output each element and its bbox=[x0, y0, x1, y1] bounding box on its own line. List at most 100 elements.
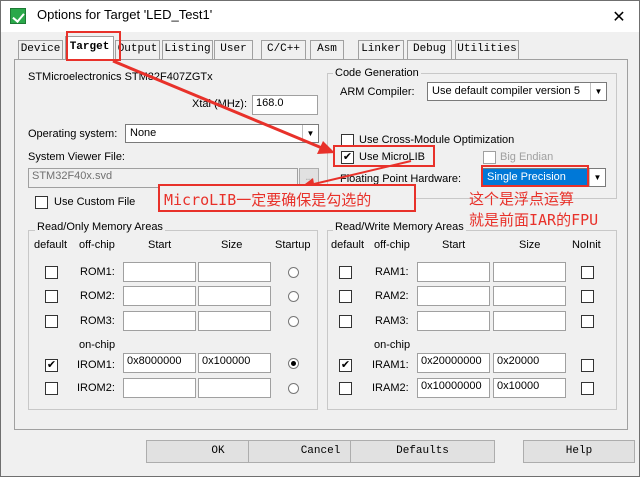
rw-memory-title: Read/Write Memory Areas bbox=[333, 221, 466, 233]
rw-start-header: Start bbox=[442, 239, 466, 251]
ro-startup-header: Startup bbox=[275, 239, 311, 251]
iram2-label: IRAM2: bbox=[372, 382, 409, 394]
ram3-size-input[interactable] bbox=[493, 311, 566, 331]
xtal-input[interactable]: 168.0 bbox=[252, 95, 318, 115]
ram2-label: RAM2: bbox=[375, 290, 409, 302]
irom1-start-input[interactable]: 0x8000000 bbox=[123, 353, 196, 373]
ram2-noinit-checkbox[interactable] bbox=[581, 290, 594, 303]
ram3-default-checkbox[interactable] bbox=[339, 315, 352, 328]
ram1-label: RAM1: bbox=[375, 266, 409, 278]
rom1-default-checkbox[interactable] bbox=[45, 266, 58, 279]
ro-onchip-label: on-chip bbox=[79, 339, 116, 351]
iram2-start-input[interactable]: 0x10000000 bbox=[417, 378, 490, 398]
microlib-note: MicroLIB一定要确保是勾选的 bbox=[164, 191, 372, 209]
tab-linker[interactable]: Linker bbox=[358, 40, 404, 59]
rom3-size-input[interactable] bbox=[198, 311, 271, 331]
ro-size-header: Size bbox=[221, 239, 243, 251]
target-tab-highlight bbox=[66, 31, 121, 61]
rw-default-header: default bbox=[331, 239, 365, 251]
custom-file-checkbox[interactable] bbox=[35, 196, 48, 209]
microlib-highlight bbox=[333, 145, 435, 167]
irom2-startup-radio[interactable] bbox=[288, 383, 299, 394]
iram1-size-input[interactable]: 0x20000 bbox=[493, 353, 566, 373]
iram1-noinit-checkbox[interactable] bbox=[581, 359, 594, 372]
ram2-start-input[interactable] bbox=[417, 286, 490, 306]
irom2-start-input[interactable] bbox=[123, 378, 196, 398]
fpu-note-line1: 这个是浮点运算 bbox=[469, 190, 575, 208]
iram2-noinit-checkbox[interactable] bbox=[581, 382, 594, 395]
tab-asm[interactable]: Asm bbox=[310, 40, 344, 59]
ro-memory-title: Read/Only Memory Areas bbox=[35, 221, 165, 233]
iram2-size-input[interactable]: 0x10000 bbox=[493, 378, 566, 398]
rom3-startup-radio[interactable] bbox=[288, 316, 299, 327]
irom1-startup-radio[interactable] bbox=[288, 358, 299, 369]
ram3-label: RAM3: bbox=[375, 315, 409, 327]
irom2-size-input[interactable] bbox=[198, 378, 271, 398]
rom1-start-input[interactable] bbox=[123, 262, 196, 282]
options-dialog: Options for Target 'LED_Test1' ✕ Device … bbox=[0, 0, 640, 477]
tab-output[interactable]: Output bbox=[115, 40, 160, 59]
ram1-noinit-checkbox[interactable] bbox=[581, 266, 594, 279]
fpu-highlight bbox=[481, 165, 589, 187]
defaults-button[interactable]: Defaults bbox=[350, 440, 495, 463]
iram1-start-input[interactable]: 0x20000000 bbox=[417, 353, 490, 373]
code-generation-title: Code Generation bbox=[333, 67, 421, 79]
rw-noinit-header: NoInit bbox=[572, 239, 601, 251]
microlib-note-box: MicroLIB一定要确保是勾选的 bbox=[158, 184, 416, 212]
rom2-label: ROM2: bbox=[80, 290, 115, 302]
help-button[interactable]: Help bbox=[523, 440, 635, 463]
iram1-default-checkbox[interactable]: ✔ bbox=[339, 359, 352, 372]
ram2-size-input[interactable] bbox=[493, 286, 566, 306]
rom1-label: ROM1: bbox=[80, 266, 115, 278]
tab-cc[interactable]: C/C++ bbox=[261, 40, 306, 59]
rw-onchip-label: on-chip bbox=[374, 339, 411, 351]
iram2-default-checkbox[interactable] bbox=[339, 382, 352, 395]
compiler-select-value: Use default compiler version 5 bbox=[432, 85, 580, 97]
rom2-startup-radio[interactable] bbox=[288, 291, 299, 302]
ram1-size-input[interactable] bbox=[493, 262, 566, 282]
irom2-default-checkbox[interactable] bbox=[45, 382, 58, 395]
rw-size-header: Size bbox=[519, 239, 541, 251]
tab-utilities[interactable]: Utilities bbox=[455, 40, 519, 59]
ram1-start-input[interactable] bbox=[417, 262, 490, 282]
rom1-size-input[interactable] bbox=[198, 262, 271, 282]
ram3-start-input[interactable] bbox=[417, 311, 490, 331]
ro-offchip-header: off-chip bbox=[79, 239, 115, 251]
rom3-start-input[interactable] bbox=[123, 311, 196, 331]
big-endian-label: Big Endian bbox=[500, 151, 554, 163]
fpu-note-line2: 就是前面IAR的FPU bbox=[469, 211, 599, 229]
chevron-down-icon: ▼ bbox=[589, 169, 605, 186]
ram1-default-checkbox[interactable] bbox=[339, 266, 352, 279]
os-select[interactable]: None ▼ bbox=[125, 124, 319, 143]
tab-device[interactable]: Device bbox=[18, 40, 63, 59]
rom2-size-input[interactable] bbox=[198, 286, 271, 306]
close-icon[interactable]: ✕ bbox=[599, 4, 639, 29]
svd-label: System Viewer File: bbox=[28, 151, 125, 163]
irom2-label: IROM2: bbox=[77, 382, 115, 394]
ro-start-header: Start bbox=[148, 239, 172, 251]
rom1-startup-radio[interactable] bbox=[288, 267, 299, 278]
compiler-select[interactable]: Use default compiler version 5 ▼ bbox=[427, 82, 607, 101]
irom1-default-checkbox[interactable]: ✔ bbox=[45, 359, 58, 372]
chevron-down-icon: ▼ bbox=[302, 125, 318, 142]
xtal-label: Xtal (MHz): bbox=[192, 98, 247, 110]
rom2-default-checkbox[interactable] bbox=[45, 290, 58, 303]
tab-listing[interactable]: Listing bbox=[162, 40, 213, 59]
irom1-size-input[interactable]: 0x100000 bbox=[198, 353, 271, 373]
rom3-default-checkbox[interactable] bbox=[45, 315, 58, 328]
rom2-start-input[interactable] bbox=[123, 286, 196, 306]
app-icon bbox=[10, 8, 26, 24]
ram3-noinit-checkbox[interactable] bbox=[581, 315, 594, 328]
tab-debug[interactable]: Debug bbox=[407, 40, 452, 59]
ram2-default-checkbox[interactable] bbox=[339, 290, 352, 303]
device-name: STMicroelectronics STM32F407ZGTx bbox=[28, 71, 213, 83]
tab-user[interactable]: User bbox=[214, 40, 253, 59]
irom1-label: IROM1: bbox=[77, 359, 115, 371]
os-select-value: None bbox=[130, 127, 157, 139]
os-label: Operating system: bbox=[28, 128, 118, 140]
custom-file-label: Use Custom File bbox=[54, 196, 136, 208]
ro-default-header: default bbox=[34, 239, 68, 251]
window-title: Options for Target 'LED_Test1' bbox=[37, 7, 213, 22]
rw-offchip-header: off-chip bbox=[374, 239, 410, 251]
iram1-label: IRAM1: bbox=[372, 359, 409, 371]
